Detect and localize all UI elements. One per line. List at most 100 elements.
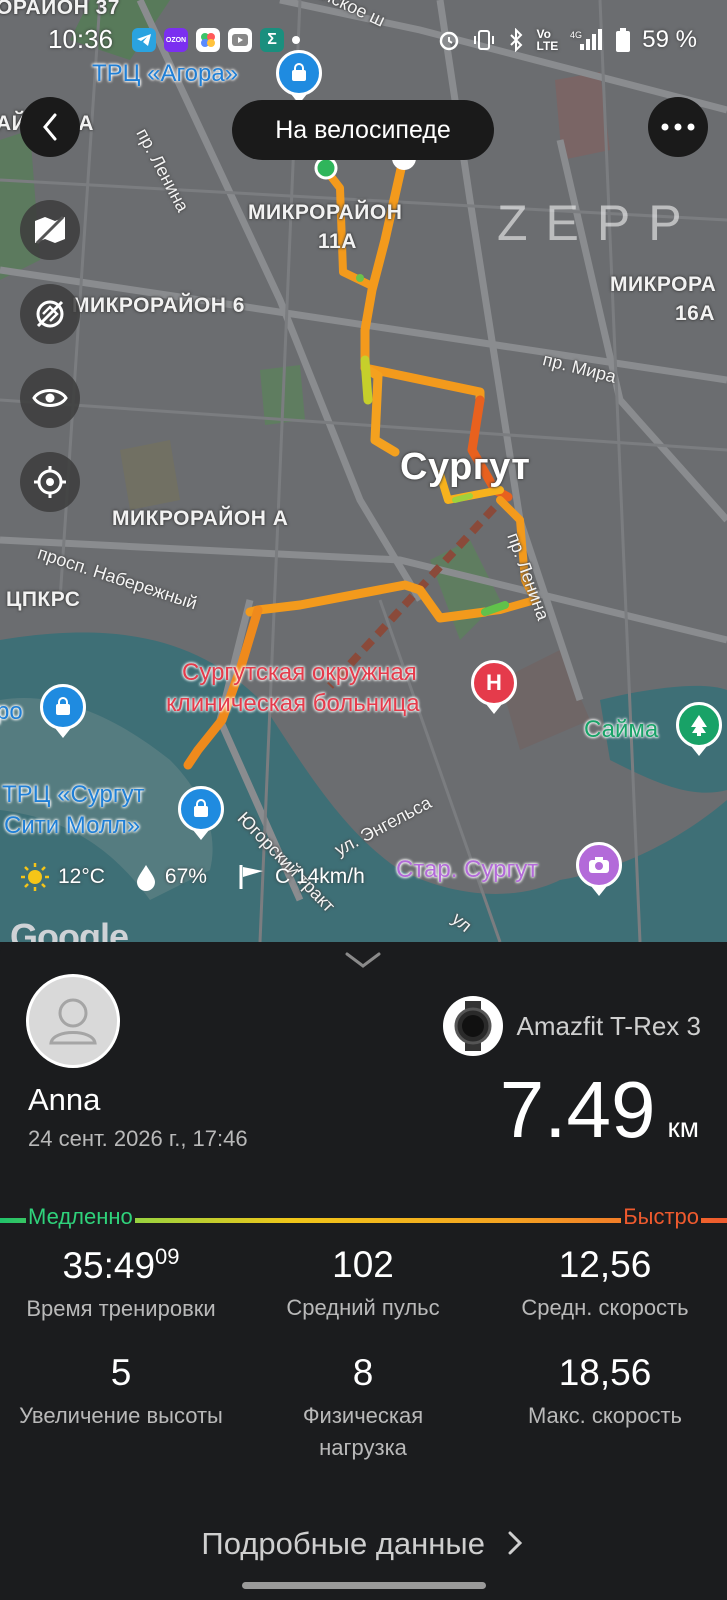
chevron-right-icon [508,1531,522,1555]
avatar[interactable] [26,974,120,1068]
crosshair-icon [34,466,66,498]
poi-label-saima[interactable]: Сайма [584,716,658,744]
stat-label: Время тренировки [26,1296,216,1321]
view-toggle-button[interactable] [20,368,80,428]
ozon-icon: OZON [164,28,188,52]
speed-scale-fast: Быстро [621,1202,701,1232]
signal-icon: 4G [570,29,603,50]
svg-text:4G: 4G [570,30,582,40]
sber-icon: Σ [260,28,284,52]
system-icons: Vo LTE 4G 59 % [437,26,697,54]
humidity-value: 67% [164,865,207,888]
poi-label-city-mall[interactable]: Сити Молл» [4,812,140,840]
chevron-left-icon [43,113,57,141]
speed-scale-slow: Медленно [26,1202,135,1232]
shopping-bag-icon[interactable] [40,684,86,730]
weather-humidity: 67% [135,863,207,891]
status-bar: 10:36 OZON Σ Vo LTE 4G 59 % [0,22,727,58]
home-indicator[interactable] [242,1582,486,1589]
chevron-down-icon[interactable] [343,948,383,972]
details-link-label: Подробные данные [201,1526,485,1561]
watch-icon [442,996,503,1056]
district-label: МИКРОРАЙОН А [112,507,289,530]
locate-button[interactable] [20,452,80,512]
hide-route-button[interactable] [20,284,80,344]
stat-elevation-gain: 5 Увеличение высоты [0,1352,242,1432]
zepp-logo: ZEPP [497,195,700,251]
distance: 7.49 км [500,1064,699,1156]
vk-icon [196,28,220,52]
wind-flag-icon [239,865,263,889]
stat-label: Средний пульс [286,1295,440,1320]
battery-percent: 59 % [642,26,697,53]
stat-value: 8 [352,1352,374,1393]
district-label: ОРАЙОН 37 [0,0,120,19]
route-map[interactable]: ОРАЙОН 37 АЙОН 5А МИКРОРАЙОН 11А МИКРОРА… [0,0,727,942]
poi-label-cut[interactable]: ро [0,698,23,726]
district-label: МИКРОРАЙОН [248,201,403,224]
stat-training-load: 8 Физическая нагрузка [262,1352,464,1464]
stat-value: 35:4909 [62,1244,180,1286]
more-dots-icon [661,123,695,131]
poi-label-hospital[interactable]: клиническая больница [166,690,420,718]
weather-wind: С 14km/h [237,863,365,891]
stat-max-speed: 18,56 Макс. скорость [484,1352,726,1432]
speed-color-scale: Медленно Быстро [0,1202,727,1238]
poi-label-city-mall[interactable]: ТРЦ «Сургут [2,781,145,809]
youtube-icon [228,28,252,52]
map-layers-icon [35,215,65,245]
district-label: МИКРОРА [610,273,717,296]
stat-value: 102 [332,1244,394,1285]
district-label: 11А [318,230,357,253]
district-label: МИКРОРАЙОН 6 [72,294,245,317]
activity-mode-label[interactable]: На велосипеде [232,100,494,160]
stat-avg-heart-rate: 102 Средний пульс [242,1244,484,1324]
poi-label-old-surgut[interactable]: Стар. Сургут [396,856,538,884]
volte-icon: Vo LTE [536,27,559,53]
sun-icon [21,863,49,891]
temperature-value: 12°C [58,865,105,888]
distance-value: 7.49 [499,1065,656,1154]
alarm-icon [439,31,458,51]
more-notifications-dot [292,36,300,44]
poi-label-hospital[interactable]: Сургутская окружная [182,659,417,687]
city-label: Сургут [400,446,531,488]
poi-label-agora[interactable]: ТРЦ «Агора» [92,60,238,88]
device-info[interactable]: Amazfit T-Rex 3 [442,996,701,1056]
wind-value: С 14km/h [274,865,365,888]
route-hidden-icon [36,300,64,328]
battery-icon [616,28,631,52]
workout-summary-panel: Amazfit T-Rex 3 Anna 24 сент. 2026 г., 1… [0,942,727,1600]
workout-date: 24 сент. 2026 г., 17:46 [28,1126,248,1151]
hospital-badge: H [486,670,502,695]
telegram-icon [132,28,156,52]
map-style-button[interactable] [20,200,80,260]
tree-icon[interactable] [676,702,722,748]
stat-avg-speed: 12,56 Средн. скорость [484,1244,726,1324]
notification-icons: OZON Σ [132,28,300,52]
status-time: 10:36 [48,24,114,54]
stat-value: 5 [110,1352,132,1393]
stat-label: Физическая нагрузка [302,1403,424,1460]
bluetooth-icon [509,28,522,52]
google-logo: Google [10,916,129,942]
eye-icon [32,389,68,407]
hospital-icon[interactable]: H [471,660,517,706]
stat-label: Увеличение высоты [19,1403,223,1428]
more-options-button[interactable] [648,97,708,157]
user-name: Anna [28,1082,101,1117]
user-placeholder-icon [49,998,97,1045]
details-link[interactable]: Подробные данные [0,1526,727,1562]
shopping-bag-icon[interactable] [178,786,224,832]
district-label: 16А [675,302,716,325]
stat-value: 18,56 [558,1352,652,1393]
stat-duration: 35:4909 Время тренировки [0,1244,242,1325]
stat-label: Средн. скорость [521,1295,689,1320]
weather-bar: 12°C 67% С 14km/h [20,862,385,892]
device-name: Amazfit T-Rex 3 [516,1010,701,1041]
camera-icon[interactable] [576,842,622,888]
stat-value: 12,56 [558,1244,652,1285]
water-drop-icon [136,865,155,891]
back-button[interactable] [20,97,80,157]
vibrate-icon [473,30,494,50]
